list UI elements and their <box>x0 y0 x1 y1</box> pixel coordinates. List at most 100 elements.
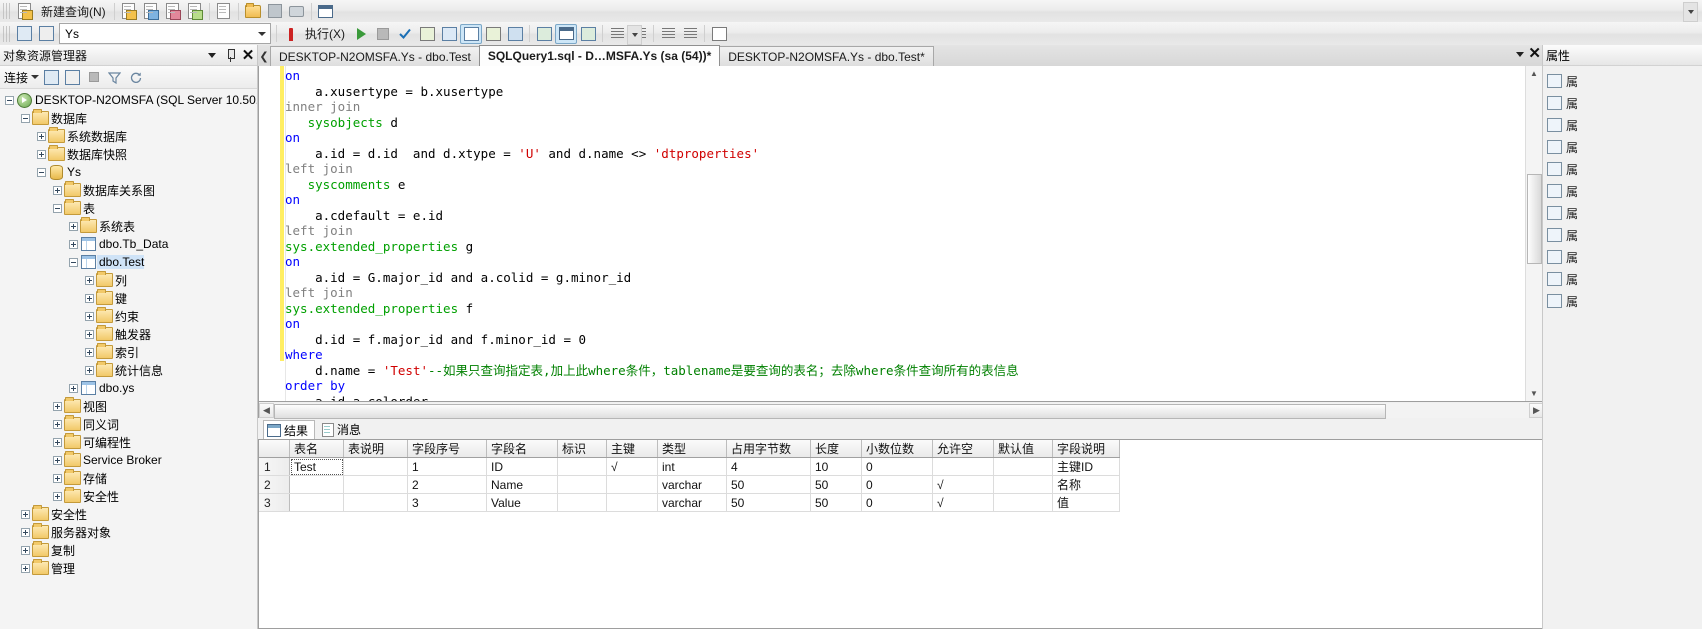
connect-icon[interactable] <box>13 24 35 44</box>
tree-node[interactable]: 系统数据库 <box>0 127 257 145</box>
include-client-statistics-icon[interactable] <box>555 23 577 44</box>
toolbar-overflow-button[interactable] <box>1683 2 1698 22</box>
tree-node[interactable]: dbo.Tb_Data <box>0 235 257 253</box>
tree-node[interactable]: DESKTOP-N2OMSFA (SQL Server 10.50.1 <box>0 91 257 109</box>
table-cell[interactable] <box>606 493 658 512</box>
table-cell[interactable]: 50 <box>726 493 811 512</box>
table-cell[interactable] <box>343 457 408 476</box>
disconnect-icon[interactable] <box>35 24 57 44</box>
stop-icon[interactable] <box>372 24 394 44</box>
expand-icon[interactable] <box>67 217 80 235</box>
document-tab[interactable]: SQLQuery1.sql - D…MSFA.Ys (sa (54))* <box>478 45 721 66</box>
disconnect-icon[interactable] <box>62 68 83 87</box>
table-cell[interactable]: 名称 <box>1052 475 1120 494</box>
column-header[interactable]: 表说明 <box>343 440 408 458</box>
stop-icon[interactable] <box>83 68 104 87</box>
expand-icon[interactable] <box>51 181 64 199</box>
save-icon[interactable] <box>264 1 286 21</box>
sqlcmd-mode-icon[interactable] <box>577 24 599 44</box>
new-analysis-xmla-query-icon[interactable] <box>184 1 206 21</box>
execute-icon[interactable] <box>280 24 302 44</box>
table-cell[interactable]: Test <box>289 457 344 476</box>
scroll-down-icon[interactable]: ▼ <box>1526 386 1542 401</box>
include-actual-plan-icon[interactable] <box>533 24 555 44</box>
tree-node[interactable]: 同义词 <box>0 415 257 433</box>
sql-code-editor[interactable]: on a.xusertype = b.xusertype inner join s… <box>258 66 1543 402</box>
expand-icon[interactable] <box>83 289 96 307</box>
solution-explorer-icon[interactable] <box>315 1 337 21</box>
table-row[interactable]: 2 2 Name varchar 50 50 0 √ 名称 <box>259 475 1120 494</box>
column-header[interactable]: 小数位数 <box>861 440 933 458</box>
table-cell[interactable]: √ <box>932 493 994 512</box>
column-header[interactable]: 表名 <box>289 440 344 458</box>
pin-icon[interactable] <box>221 46 239 64</box>
table-cell[interactable]: 主键ID <box>1052 457 1120 476</box>
tree-node[interactable]: 存储 <box>0 469 257 487</box>
expand-icon[interactable] <box>83 343 96 361</box>
row-number[interactable]: 2 <box>259 475 290 494</box>
properties-row[interactable]: 属 <box>1543 290 1702 312</box>
expand-icon[interactable] <box>83 361 96 379</box>
close-icon[interactable]: ✕ <box>239 46 257 64</box>
table-cell[interactable] <box>557 457 607 476</box>
column-header[interactable]: 字段名 <box>486 440 558 458</box>
expand-icon[interactable] <box>83 271 96 289</box>
horizontal-scroll-track[interactable] <box>274 402 1529 419</box>
row-number[interactable]: 3 <box>259 493 290 512</box>
table-cell[interactable]: 50 <box>810 475 862 494</box>
properties-row[interactable]: 属 <box>1543 224 1702 246</box>
table-cell[interactable] <box>557 493 607 512</box>
print-icon[interactable] <box>286 1 308 21</box>
connect-dropdown-button[interactable]: 连接 <box>2 69 41 86</box>
results-to-file-icon[interactable] <box>504 24 526 44</box>
table-row[interactable]: 1 Test 1 ID √ int 4 10 0 主键ID <box>259 457 1120 476</box>
table-cell[interactable]: √ <box>932 475 994 494</box>
results-tab[interactable]: 消息 <box>319 420 367 439</box>
expand-icon[interactable] <box>83 307 96 325</box>
toolbar-grip[interactable] <box>3 25 11 42</box>
table-cell[interactable]: 1 <box>407 457 487 476</box>
expand-icon[interactable] <box>19 559 32 577</box>
row-number[interactable]: 1 <box>259 457 290 476</box>
tree-node[interactable]: 管理 <box>0 559 257 577</box>
expand-icon[interactable] <box>51 487 64 505</box>
expand-icon[interactable] <box>83 325 96 343</box>
parse-check-icon[interactable] <box>394 24 416 44</box>
increase-indent-icon[interactable] <box>679 24 701 44</box>
tree-node[interactable]: 可编程性 <box>0 433 257 451</box>
tab-scroll-left-icon[interactable]: ❮ <box>258 46 270 66</box>
table-cell[interactable] <box>606 475 658 494</box>
collapse-icon[interactable] <box>67 253 80 271</box>
expand-icon[interactable] <box>35 145 48 163</box>
collapse-icon[interactable] <box>35 163 48 181</box>
table-cell[interactable]: 0 <box>861 457 933 476</box>
vertical-scroll-thumb[interactable] <box>1527 174 1542 264</box>
scroll-up-icon[interactable]: ▲ <box>1526 66 1542 81</box>
table-cell[interactable]: int <box>657 457 727 476</box>
results-grid[interactable]: 表名 表说明 字段序号 字段名 标识 主键 类型 占用字节数 长度 小数位数 允许空 默认值 字段说明 1… <box>258 439 1543 629</box>
table-cell[interactable]: varchar <box>657 475 727 494</box>
table-cell[interactable] <box>289 493 344 512</box>
debug-icon[interactable] <box>350 24 372 44</box>
tree-node[interactable]: 视图 <box>0 397 257 415</box>
column-header[interactable]: 标识 <box>557 440 607 458</box>
table-cell[interactable]: Name <box>486 475 558 494</box>
table-cell[interactable] <box>343 475 408 494</box>
tree-node[interactable]: Service Broker <box>0 451 257 469</box>
table-cell[interactable] <box>343 493 408 512</box>
results-table[interactable]: 表名 表说明 字段序号 字段名 标识 主键 类型 占用字节数 长度 小数位数 允许空 默认值 字段说明 1… <box>259 440 1120 512</box>
table-cell[interactable]: 2 <box>407 475 487 494</box>
table-cell[interactable]: 50 <box>810 493 862 512</box>
connect-object-explorer-icon[interactable] <box>41 68 62 87</box>
table-cell[interactable] <box>932 457 994 476</box>
document-tab[interactable]: DESKTOP-N2OMSFA.Ys - dbo.Test <box>270 46 480 66</box>
row-header-corner[interactable] <box>259 440 290 458</box>
expand-icon[interactable] <box>67 235 80 253</box>
column-header[interactable]: 类型 <box>657 440 727 458</box>
tree-node[interactable]: 键 <box>0 289 257 307</box>
results-to-grid-icon[interactable] <box>482 24 504 44</box>
new-database-engine-query-icon[interactable] <box>118 1 140 21</box>
expand-icon[interactable] <box>19 523 32 541</box>
table-cell[interactable] <box>289 475 344 494</box>
tree-node[interactable]: dbo.Test <box>0 253 257 271</box>
